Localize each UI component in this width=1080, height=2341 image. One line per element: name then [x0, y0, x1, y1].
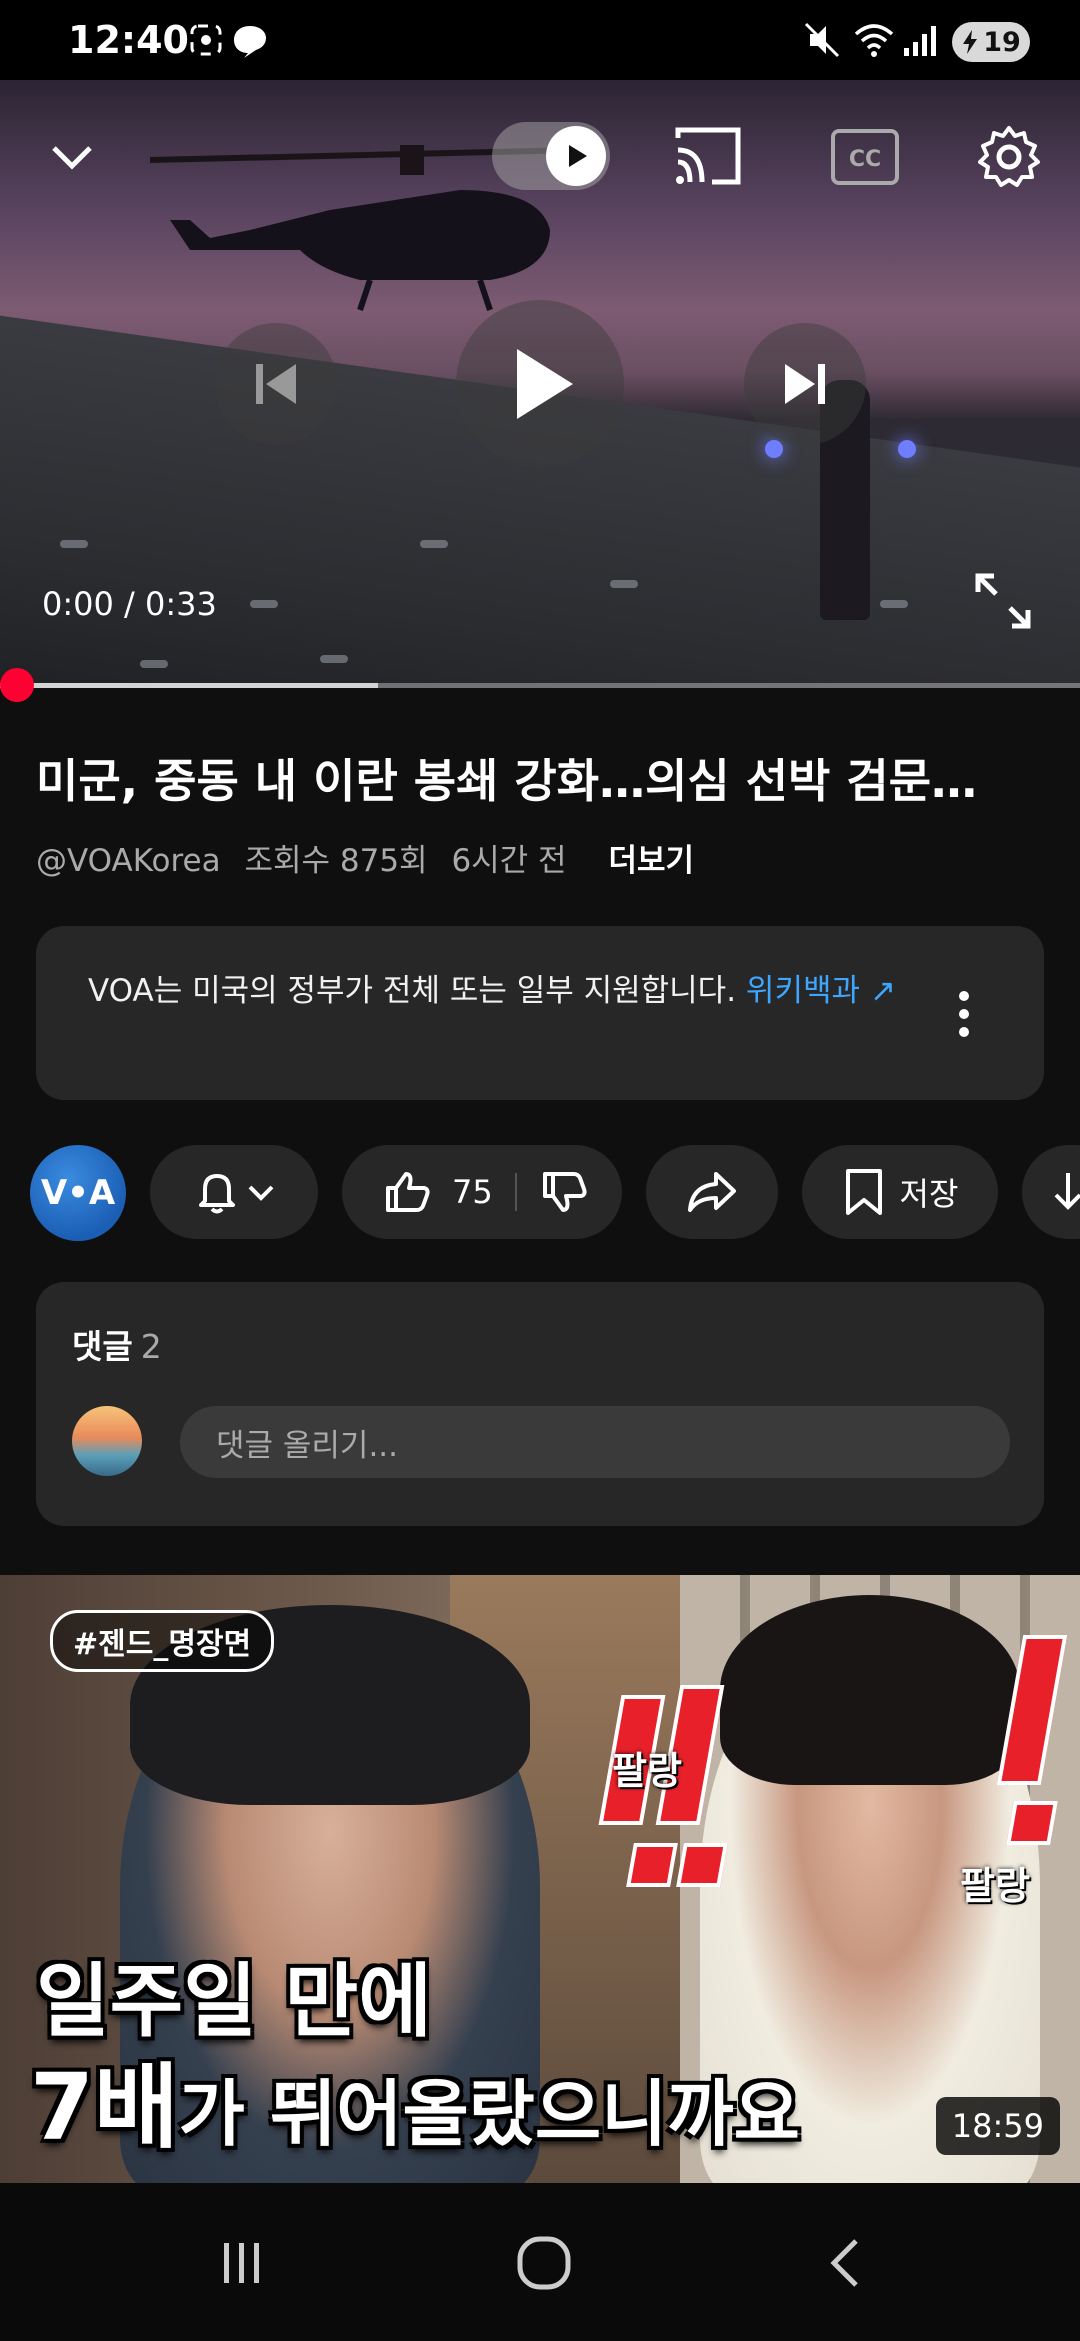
- notification-bell-button[interactable]: [150, 1145, 318, 1239]
- upload-age: 6시간 전: [451, 843, 567, 879]
- download-button[interactable]: [1022, 1145, 1080, 1239]
- deck-light: [420, 540, 448, 548]
- deck-light: [60, 540, 88, 548]
- like-count[interactable]: 75: [452, 1173, 493, 1211]
- svg-text:CC: CC: [849, 147, 881, 172]
- caption-rest: 가 뛰어올랐으니까요: [178, 2072, 800, 2156]
- wifi-icon: [852, 14, 896, 66]
- system-nav-bar: [0, 2183, 1080, 2341]
- like-dislike-group: 75: [342, 1145, 622, 1239]
- sound-effect-text: 팔랑: [612, 1749, 682, 1793]
- comments-header: 댓글 2: [72, 1320, 162, 1368]
- captions-cc-icon[interactable]: CC: [830, 128, 900, 190]
- view-count: 조회수 875회: [244, 843, 428, 879]
- screenshot-icon: [186, 14, 226, 66]
- current-time: 0:00: [42, 585, 114, 623]
- caption-line-2: 7배가 뛰어올랐으니까요: [30, 2033, 800, 2166]
- messenger-icon: [230, 14, 270, 66]
- channel-avatar[interactable]: V•A: [30, 1145, 126, 1241]
- playback-time: 0:00 / 0:33: [42, 585, 217, 623]
- next-video-thumbnail[interactable]: #젠드_명장면 팔랑 팔랑 일주일 만에 7배가 뛰어올랐으니까요 18:59: [0, 1575, 1080, 2183]
- save-label: 저장: [899, 1175, 959, 1213]
- back-icon[interactable]: [820, 2235, 876, 2295]
- signal-light: [898, 440, 916, 458]
- channel-handle[interactable]: @VOAKorea: [36, 843, 221, 879]
- previous-button[interactable]: [215, 323, 337, 445]
- exclamation-dot: [626, 1843, 678, 1887]
- recent-apps-icon[interactable]: [214, 2235, 270, 2295]
- duration-badge: 18:59: [935, 2097, 1060, 2155]
- sound-effect-text: 팔랑: [960, 1864, 1030, 1908]
- chevron-down-icon: [248, 1185, 274, 1201]
- settings-gear-icon[interactable]: [976, 124, 1042, 194]
- wikipedia-link[interactable]: 위키백과: [746, 973, 860, 1009]
- signal-icon: [902, 14, 938, 66]
- exclamation-dot: [1006, 1801, 1058, 1845]
- dislike-icon[interactable]: [539, 1166, 591, 1218]
- skip-next-icon: [785, 364, 825, 404]
- deck-light: [140, 660, 168, 668]
- user-avatar: [72, 1406, 142, 1476]
- autoplay-toggle[interactable]: [492, 122, 610, 190]
- next-button[interactable]: [744, 323, 866, 445]
- funding-info-text: VOA는 미국의 정부가 전체 또는 일부 지원합니다. 위키백과 ↗: [88, 968, 908, 1014]
- like-icon[interactable]: [382, 1166, 434, 1218]
- battery-indicator: 19: [952, 22, 1030, 62]
- hashtag-badge: #젠드_명장면: [50, 1610, 275, 1672]
- signal-light: [765, 440, 783, 458]
- home-icon[interactable]: [514, 2233, 574, 2297]
- more-options-icon[interactable]: [952, 986, 976, 1046]
- deck-light: [250, 600, 278, 608]
- bookmark-icon: [845, 1169, 882, 1215]
- video-meta: @VOAKorea 조회수 875회 6시간 전 더보기: [36, 835, 708, 880]
- play-icon: [517, 349, 573, 419]
- video-title[interactable]: 미군, 중동 내 이란 봉쇄 강화…의심 선박 검문…: [36, 745, 1046, 811]
- comments-panel[interactable]: 댓글 2 댓글 올리기...: [36, 1282, 1044, 1526]
- video-player[interactable]: CC 0:00 / 0:33: [0, 80, 1080, 688]
- skip-previous-icon: [256, 364, 296, 404]
- divider: [514, 1173, 517, 1211]
- deck-light: [320, 655, 348, 663]
- progress-buffered: [0, 683, 378, 688]
- total-time: 0:33: [144, 585, 217, 623]
- comments-count: 2: [140, 1327, 162, 1366]
- cast-icon[interactable]: [672, 124, 744, 192]
- status-time: 12:40: [68, 18, 189, 62]
- progress-scrubber[interactable]: [0, 668, 34, 702]
- time-separator: /: [124, 585, 135, 623]
- external-link-icon: ↗: [869, 973, 896, 1009]
- bolt-icon: [963, 30, 978, 54]
- funding-info-body: VOA는 미국의 정부가 전체 또는 일부 지원합니다.: [88, 973, 746, 1009]
- status-bar: 12:40 19: [0, 0, 1080, 80]
- save-button[interactable]: 저장: [802, 1145, 998, 1239]
- share-button[interactable]: [646, 1145, 778, 1239]
- caption-highlight: 7배: [30, 2054, 179, 2161]
- share-icon: [688, 1172, 736, 1212]
- mute-icon: [802, 14, 842, 66]
- deck-light: [610, 580, 638, 588]
- person-right-hair: [720, 1595, 1020, 1785]
- funding-info-panel: VOA는 미국의 정부가 전체 또는 일부 지원합니다. 위키백과 ↗: [36, 926, 1044, 1100]
- exclamation-dot: [676, 1843, 728, 1887]
- fullscreen-icon[interactable]: [970, 568, 1036, 638]
- download-icon: [1054, 1173, 1080, 1210]
- comment-input[interactable]: 댓글 올리기...: [180, 1406, 1010, 1478]
- bell-icon: [199, 1174, 235, 1214]
- minimize-chevron-icon[interactable]: [44, 130, 100, 190]
- deck-light: [880, 600, 908, 608]
- autoplay-play-icon: [546, 126, 606, 186]
- more-link[interactable]: 더보기: [608, 843, 694, 879]
- play-button[interactable]: [456, 300, 624, 468]
- battery-level: 19: [983, 26, 1021, 58]
- comments-label: 댓글: [72, 1327, 133, 1366]
